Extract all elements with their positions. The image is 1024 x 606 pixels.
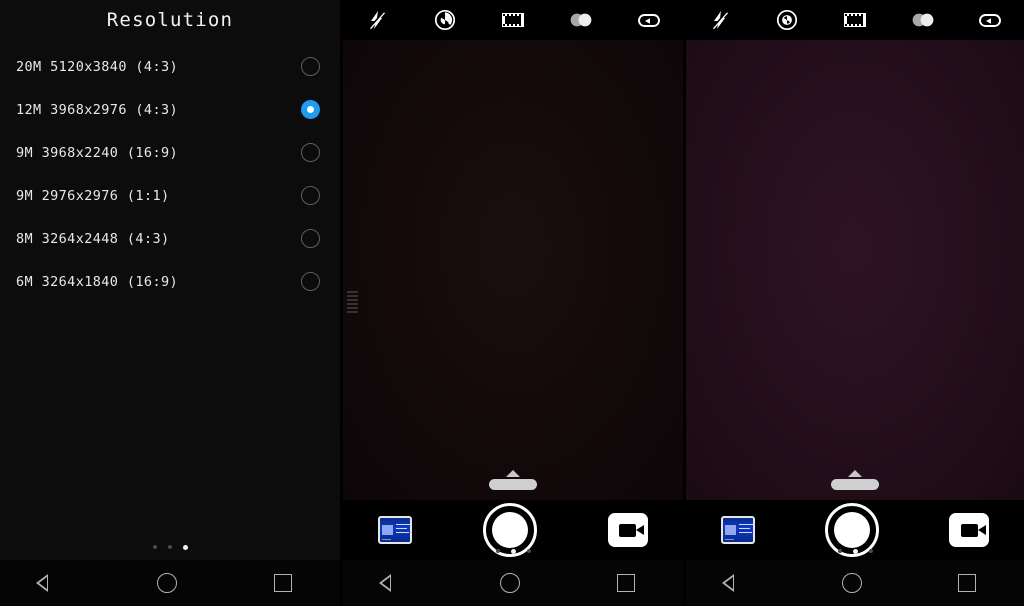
resolution-option-12m[interactable]: 12M 3968x2976 (4:3) (0, 88, 340, 131)
resolution-option-label: 9M 2976x2976 (1:1) (16, 187, 170, 204)
recents-icon[interactable] (616, 574, 635, 592)
color-filter-icon[interactable] (910, 8, 936, 32)
radio-button[interactable] (301, 229, 320, 248)
chevron-up-icon (506, 470, 520, 477)
aperture-icon[interactable] (432, 8, 458, 32)
back-icon[interactable] (36, 573, 61, 593)
resolution-option-label: 9M 3968x2240 (16:9) (16, 144, 179, 161)
resolution-option-label: 6M 3264x1840 (16:9) (16, 273, 179, 290)
shutter-inner (834, 512, 870, 548)
loop-shot-icon[interactable] (636, 8, 662, 32)
radio-button[interactable] (301, 186, 320, 205)
page-dot[interactable] (167, 545, 172, 549)
home-icon[interactable] (157, 573, 178, 593)
camera-viewfinder[interactable] (686, 40, 1024, 500)
mode-drawer-handle[interactable] (489, 470, 537, 490)
resolution-option-label: 8M 3264x2448 (4:3) (16, 230, 170, 247)
resolution-option-6m[interactable]: 6M 3264x1840 (16:9) (0, 260, 340, 303)
page-dot-active[interactable] (182, 545, 188, 550)
shutter-inner (491, 512, 528, 548)
drawer-pill (831, 479, 879, 490)
loop-shot-icon[interactable] (977, 8, 1003, 32)
back-icon[interactable] (721, 573, 747, 593)
video-camera-icon (619, 523, 645, 537)
film-strip-icon[interactable] (842, 8, 868, 32)
gallery-thumbnail[interactable] (378, 516, 413, 544)
resolution-option-9m-11[interactable]: 9M 2976x2976 (1:1) (0, 174, 340, 217)
page-title: Resolution (106, 9, 234, 31)
resolution-settings-panel: Resolution 20M 5120x3840 (4:3) 12M 3968x… (0, 0, 340, 606)
camera-toast-panel: Zoom is not supported at 20M resolution. (683, 0, 1024, 606)
android-navigation-bar (343, 560, 683, 606)
aperture-icon[interactable] (774, 8, 800, 32)
resolution-option-8m[interactable]: 8M 3264x2448 (4:3) (0, 217, 340, 260)
radio-button[interactable] (301, 143, 320, 162)
page-dot[interactable] (837, 549, 842, 553)
home-icon[interactable] (842, 573, 863, 593)
resolution-option-20m[interactable]: 20M 5120x3840 (4:3) (0, 45, 340, 88)
camera-top-toolbar (686, 0, 1024, 40)
color-filter-icon[interactable] (568, 8, 594, 32)
flash-off-icon[interactable] (364, 8, 390, 32)
page-dot-active[interactable] (510, 549, 516, 554)
screenshot-stage: Resolution 20M 5120x3840 (4:3) 12M 3968x… (0, 0, 1024, 606)
page-indicator-dots (0, 545, 340, 550)
back-icon[interactable] (379, 573, 404, 593)
settings-edge-handle[interactable] (347, 291, 358, 315)
page-dot-active[interactable] (852, 549, 858, 554)
resolution-option-label: 12M 3968x2976 (4:3) (16, 101, 179, 118)
resolution-option-9m-169[interactable]: 9M 3968x2240 (16:9) (0, 131, 340, 174)
film-strip-icon[interactable] (500, 8, 526, 32)
page-indicator-dots (343, 549, 683, 554)
recents-icon[interactable] (273, 574, 292, 592)
radio-button[interactable] (301, 272, 320, 291)
recents-icon[interactable] (958, 574, 977, 592)
resolution-option-list: 20M 5120x3840 (4:3) 12M 3968x2976 (4:3) … (0, 45, 340, 303)
page-indicator-dots (686, 549, 1024, 554)
flash-off-icon[interactable] (707, 8, 733, 32)
drawer-pill (489, 479, 537, 490)
android-navigation-bar (0, 560, 340, 606)
video-camera-icon (960, 523, 986, 537)
radio-button-selected[interactable] (301, 100, 320, 119)
camera-top-toolbar (343, 0, 683, 40)
camera-zoom-panel: + − 2.0X (340, 0, 683, 606)
chevron-up-icon (848, 470, 862, 477)
page-dot[interactable] (152, 545, 157, 549)
page-dot[interactable] (526, 549, 531, 553)
resolution-option-label: 20M 5120x3840 (4:3) (16, 58, 179, 75)
page-dot[interactable] (868, 549, 873, 553)
home-icon[interactable] (500, 573, 521, 593)
video-record-button[interactable] (949, 513, 989, 547)
gallery-thumbnail[interactable] (721, 516, 755, 544)
video-record-button[interactable] (607, 513, 648, 547)
radio-button[interactable] (301, 57, 320, 76)
camera-viewfinder[interactable] (343, 40, 683, 500)
mode-drawer-handle[interactable] (831, 470, 879, 490)
page-dot[interactable] (495, 549, 500, 553)
android-navigation-bar (686, 560, 1024, 606)
